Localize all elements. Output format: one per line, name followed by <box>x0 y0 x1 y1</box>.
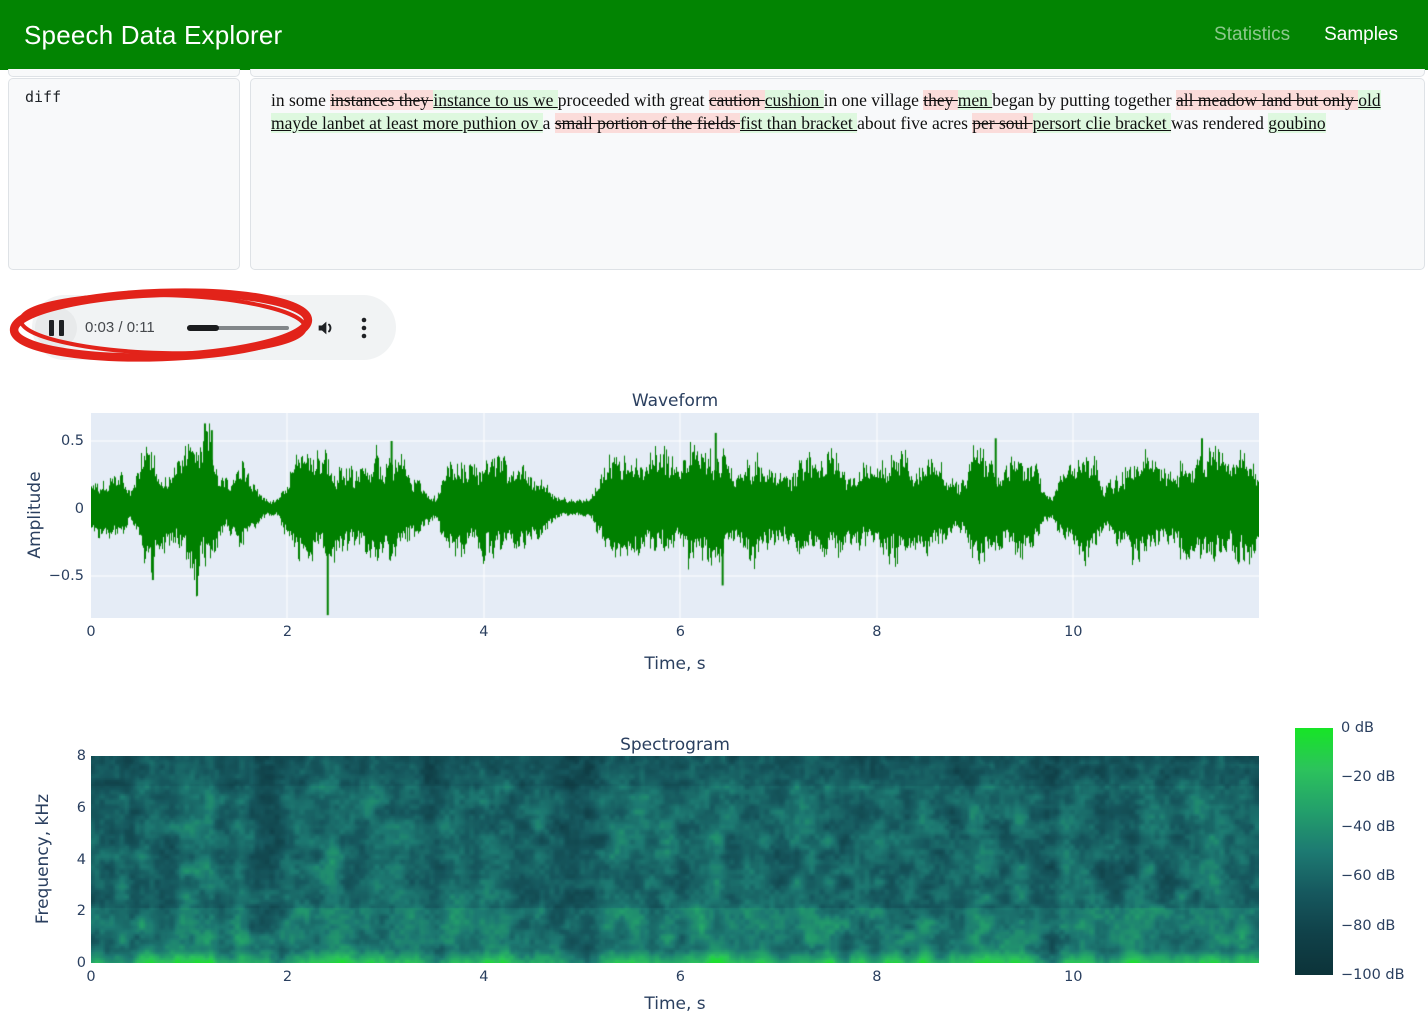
axis-tick-label: 0 <box>75 501 84 517</box>
axis-tick-label: 6 <box>77 800 86 816</box>
diff-segment-insert: goubino <box>1268 113 1325 133</box>
volume-button[interactable] <box>315 317 337 339</box>
partial-card-left <box>8 69 240 77</box>
app-header: Speech Data Explorer Statistics Samples <box>0 0 1428 70</box>
axis-tick-label: 2 <box>283 624 292 640</box>
nav-statistics[interactable]: Statistics <box>1214 24 1290 46</box>
diff-segment-delete: caution <box>709 90 765 110</box>
axis-tick-label: −0.5 <box>49 568 84 584</box>
diff-segment-insert: cushion <box>765 90 824 110</box>
axis-tick-label: −20 dB <box>1341 769 1395 785</box>
axis-tick-label: 4 <box>77 852 86 868</box>
spectrogram-plot-area <box>91 756 1259 963</box>
axis-tick-label: 0 <box>86 969 95 985</box>
axis-tick-label: 0 <box>77 955 86 971</box>
diff-label: diff <box>9 79 239 106</box>
diff-segment-equal: in one village <box>824 90 924 110</box>
diff-text-card: in some instances they instance to us we… <box>250 78 1425 270</box>
axis-tick-label: 10 <box>1064 624 1082 640</box>
axis-tick-label: 8 <box>77 748 86 764</box>
header-nav: Statistics Samples <box>1214 24 1398 46</box>
diff-segment-insert: fist than bracket <box>740 113 857 133</box>
diff-segment-equal: was rendered <box>1171 113 1268 133</box>
spectrogram-y-axis-label: Frequency, kHz <box>33 794 53 924</box>
diff-segment-equal: in some <box>271 90 330 110</box>
axis-tick-label: 6 <box>676 969 685 985</box>
player-menu-button[interactable] <box>361 316 367 340</box>
axis-tick-label: 2 <box>77 903 86 919</box>
diff-segment-delete: small portion of the fields <box>555 113 740 133</box>
axis-tick-label: 0 dB <box>1341 720 1374 736</box>
axis-tick-label: −60 dB <box>1341 868 1395 884</box>
diff-segment-delete: instances they <box>330 90 433 110</box>
diff-segment-equal: a <box>543 113 555 133</box>
axis-tick-label: −100 dB <box>1341 967 1405 983</box>
diff-segment-delete: all meadow land but only <box>1176 90 1358 110</box>
diff-segment-equal: began by putting together <box>992 90 1176 110</box>
waveform-title: Waveform <box>632 391 718 411</box>
diff-text: in some instances they instance to us we… <box>251 79 1424 146</box>
axis-tick-label: 0.5 <box>61 433 84 449</box>
seek-progress <box>187 325 219 331</box>
axis-tick-label: 8 <box>872 969 881 985</box>
audio-player[interactable]: 0:03 / 0:11 <box>32 295 396 360</box>
axis-tick-label: 8 <box>872 624 881 640</box>
waveform-plot-area <box>91 413 1259 618</box>
axis-tick-label: −80 dB <box>1341 918 1395 934</box>
diff-segment-delete: they <box>923 90 958 110</box>
waveform-x-axis-label: Time, s <box>644 654 705 674</box>
partial-card-right <box>250 69 1425 77</box>
seek-slider[interactable] <box>187 326 289 330</box>
spectrogram-title: Spectrogram <box>620 735 730 755</box>
diff-segment-equal: proceeded with great <box>558 90 709 110</box>
axis-tick-label: −40 dB <box>1341 819 1395 835</box>
axis-tick-label: 0 <box>86 624 95 640</box>
diff-segment-insert: instance to us we <box>433 90 557 110</box>
volume-icon <box>315 317 337 339</box>
axis-tick-label: 10 <box>1064 969 1082 985</box>
app-title: Speech Data Explorer <box>24 20 282 51</box>
player-time: 0:03 / 0:11 <box>85 319 173 336</box>
colorbar <box>1295 728 1333 975</box>
kebab-menu-icon <box>361 316 367 340</box>
spectrogram-x-axis-label: Time, s <box>644 994 705 1014</box>
axis-tick-label: 6 <box>676 624 685 640</box>
pause-button[interactable] <box>35 307 77 349</box>
diff-segment-delete: per soul <box>972 113 1032 133</box>
diff-segment-equal: about five acres <box>857 113 972 133</box>
pause-icon <box>49 320 54 336</box>
diff-segment-insert: persort clie bracket <box>1033 113 1171 133</box>
axis-tick-label: 4 <box>479 969 488 985</box>
axis-tick-label: 2 <box>283 969 292 985</box>
diff-segment-insert: men <box>958 90 993 110</box>
axis-tick-label: 4 <box>479 624 488 640</box>
diff-label-card: diff <box>8 78 240 270</box>
waveform-y-axis-label: Amplitude <box>25 471 45 558</box>
page: Speech Data Explorer Statistics Samples d… <box>0 0 1428 1027</box>
nav-samples[interactable]: Samples <box>1324 24 1398 46</box>
